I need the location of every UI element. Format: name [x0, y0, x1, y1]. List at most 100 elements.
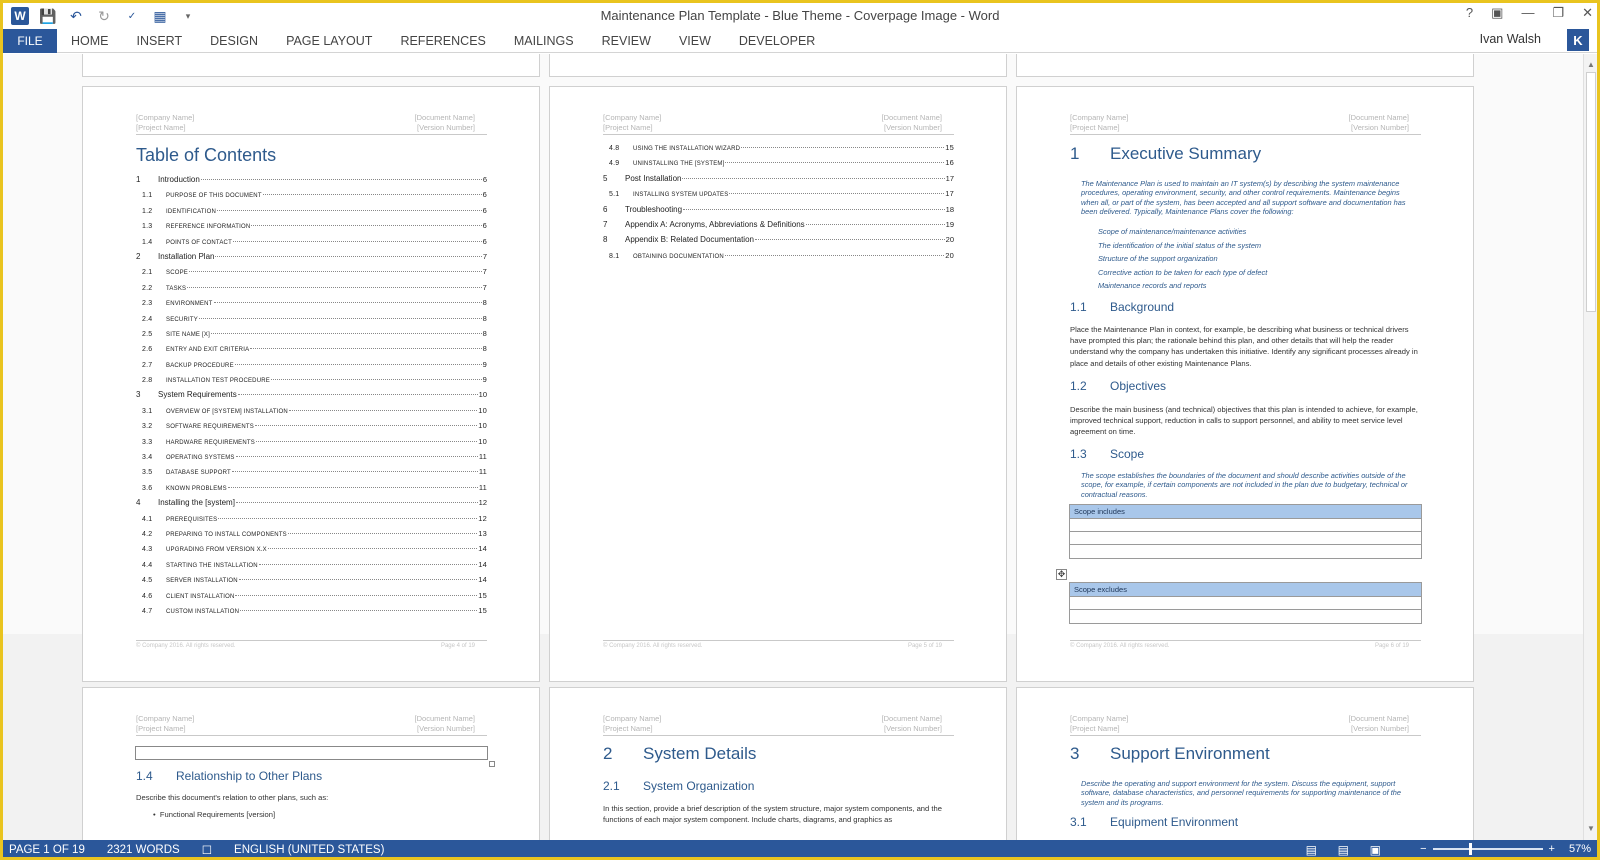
toc-entry[interactable]: 2.7 Backup Procedure 9 [136, 360, 487, 375]
toc-entry[interactable]: 5 Post Installation 17 [603, 174, 954, 189]
scope-includes-table[interactable]: Scope includes [1069, 504, 1422, 559]
read-mode-icon[interactable]: ▤ [1306, 843, 1317, 857]
page-support-environment[interactable]: [Company Name] [Project Name] [Document N… [1016, 687, 1474, 840]
layout-icon[interactable]: ▦ [151, 7, 169, 25]
zoom-level[interactable]: 57% [1569, 843, 1591, 855]
zoom-slider[interactable] [1432, 843, 1543, 855]
table-row[interactable] [1070, 545, 1421, 558]
table-row[interactable] [1070, 597, 1421, 610]
zoom-out-icon[interactable]: − [1420, 843, 1426, 855]
list-item: The identification of the initial status… [1098, 240, 1262, 250]
toc-entry[interactable]: 3.5 Database Support 11 [136, 467, 487, 482]
page-toc[interactable]: [Company Name] [Project Name] [Document N… [82, 86, 540, 682]
spelling-check-icon[interactable]: ✓ [123, 7, 141, 25]
tab-design[interactable]: DESIGN [196, 29, 272, 53]
toc-entry[interactable]: 3.4 Operating Systems 11 [136, 452, 487, 467]
tab-mailings[interactable]: MAILINGS [500, 29, 588, 53]
empty-table[interactable] [135, 746, 488, 760]
language-status[interactable]: ENGLISH (UNITED STATES) [234, 844, 384, 856]
undo-icon[interactable]: ↶ [67, 7, 85, 25]
proofing-icon[interactable]: ☐ [202, 843, 212, 857]
toc-entry[interactable]: 4.8 Using the Installation Wizard 15 [603, 143, 954, 158]
user-name[interactable]: Ivan Walsh [1480, 32, 1541, 46]
toc-entry[interactable]: 2.5 Site Name [x] 8 [136, 329, 487, 344]
toc-entry[interactable]: 3.6 Known problems 11 [136, 483, 487, 498]
toc-entry[interactable]: 4.9 Uninstalling the [system] 16 [603, 158, 954, 173]
tab-view[interactable]: VIEW [665, 29, 725, 53]
toc-leader-dots [217, 209, 482, 211]
page-executive-summary[interactable]: [Company Name] [Project Name] [Document N… [1016, 86, 1474, 682]
toc-entry-number: 6 [603, 204, 608, 214]
restore-icon[interactable]: ❐ [1552, 5, 1564, 21]
toc-entry[interactable]: 2 Installation Plan 7 [136, 252, 487, 267]
toc-entry[interactable]: 7 Appendix A: Acronyms, Abbreviations & D… [603, 220, 954, 235]
table-row[interactable] [1070, 519, 1421, 532]
tab-insert[interactable]: INSERT [123, 29, 197, 53]
word-count[interactable]: 2321 WORDS [107, 844, 180, 856]
toc-entry[interactable]: 2.4 Security 8 [136, 314, 487, 329]
tab-review[interactable]: REVIEW [588, 29, 665, 53]
vertical-scrollbar[interactable]: ▲ ▼ [1583, 54, 1597, 840]
table-row[interactable] [1070, 532, 1421, 545]
toc-entry[interactable]: 4.6 Client Installation 15 [136, 591, 487, 606]
word-logo-icon[interactable]: W [11, 7, 29, 25]
toc-entry[interactable]: 5.1 Installing System Updates 17 [603, 189, 954, 204]
toc-entry[interactable]: 4.1 Prerequisites 12 [136, 514, 487, 529]
toc-entry[interactable]: 4.3 Upgrading from Version X.x 14 [136, 544, 487, 559]
toc-entry[interactable]: 8 Appendix B: Related Documentation 20 [603, 235, 954, 250]
table-row[interactable] [1070, 610, 1421, 623]
tab-home[interactable]: HOME [57, 29, 123, 53]
toc-entry[interactable]: 2.1 Scope 7 [136, 267, 487, 282]
tab-page-layout[interactable]: PAGE LAYOUT [272, 29, 386, 53]
toc-entry[interactable]: 1.3 Reference information 6 [136, 221, 487, 236]
tab-developer[interactable]: DEVELOPER [725, 29, 829, 53]
minimize-icon[interactable]: — [1521, 5, 1534, 21]
toc-entry[interactable]: 3.1 Overview of [system] installation 10 [136, 406, 487, 421]
toc-leader-dots [805, 223, 945, 225]
scroll-up-icon[interactable]: ▲ [1584, 58, 1597, 72]
tab-file[interactable]: FILE [3, 28, 57, 53]
toc-entry-page: 18 [945, 204, 954, 214]
customize-toolbar-icon[interactable]: ▾ [179, 7, 197, 25]
page-relationship[interactable]: [Company Name] [Project Name] [Document N… [82, 687, 540, 840]
document-canvas[interactable]: [Company Name] [Project Name] [Document N… [3, 54, 1583, 840]
scrollbar-thumb[interactable] [1586, 72, 1596, 312]
toc-entry[interactable]: 2.8 Installation Test Procedure 9 [136, 375, 487, 390]
toc-entry[interactable]: 3.2 Software Requirements 10 [136, 421, 487, 436]
ribbon-display-icon[interactable]: ▣ [1491, 5, 1503, 21]
page-system-details[interactable]: [Company Name] [Project Name] [Document N… [549, 687, 1007, 840]
scope-excludes-table[interactable]: Scope excludes [1069, 582, 1422, 624]
toc-entry[interactable]: 8.1 Obtaining Documentation 20 [603, 251, 954, 266]
page-count[interactable]: PAGE 1 OF 19 [9, 844, 85, 856]
tab-references[interactable]: REFERENCES [386, 29, 499, 53]
toc-entry[interactable]: 4 Installing the [system] 12 [136, 498, 487, 513]
print-layout-icon[interactable]: ▤ [1338, 843, 1349, 857]
toc-entry[interactable]: 2.6 Entry and Exit Criteria 8 [136, 344, 487, 359]
toc-entry[interactable]: 2.3 Environment 8 [136, 298, 487, 313]
save-icon[interactable]: 💾 [39, 7, 57, 25]
toc-entry[interactable]: 4.2 Preparing to install components 13 [136, 529, 487, 544]
redo-icon[interactable]: ↻ [95, 7, 113, 25]
toc-entry[interactable]: 3.3 Hardware Requirements 10 [136, 437, 487, 452]
scroll-down-icon[interactable]: ▼ [1584, 822, 1597, 836]
table-move-handle-icon[interactable]: ✥ [1056, 569, 1067, 580]
close-icon[interactable]: ✕ [1582, 5, 1593, 21]
toc-entry[interactable]: 1.4 Points of Contact 6 [136, 237, 487, 252]
page-toc-continued[interactable]: [Company Name] [Project Name] [Document N… [549, 86, 1007, 682]
avatar[interactable]: K [1567, 29, 1589, 51]
toc-entry[interactable]: 3 System Requirements 10 [136, 390, 487, 405]
table-resize-handle[interactable] [489, 761, 495, 767]
toc-entry[interactable]: 4.4 Starting the installation 14 [136, 560, 487, 575]
heading-equipment-environment: 3.1 Equipment Environment [1070, 815, 1238, 829]
toc-entry[interactable]: 2.2 Tasks 7 [136, 283, 487, 298]
toc-entry[interactable]: 1.2 Identification 6 [136, 206, 487, 221]
toc-entry[interactable]: 1.1 Purpose of this document 6 [136, 190, 487, 205]
toc-entry[interactable]: 1 Introduction 6 [136, 175, 487, 190]
zoom-in-icon[interactable]: + [1549, 843, 1555, 855]
help-button[interactable]: ? [1466, 5, 1473, 21]
web-layout-icon[interactable]: ▣ [1370, 843, 1381, 857]
toc-entry[interactable]: 4.5 Server Installation 14 [136, 575, 487, 590]
toc-entry[interactable]: 4.7 Custom Installation 15 [136, 606, 487, 621]
zoom-slider-knob[interactable] [1468, 843, 1472, 855]
toc-entry[interactable]: 6 Troubleshooting 18 [603, 205, 954, 220]
